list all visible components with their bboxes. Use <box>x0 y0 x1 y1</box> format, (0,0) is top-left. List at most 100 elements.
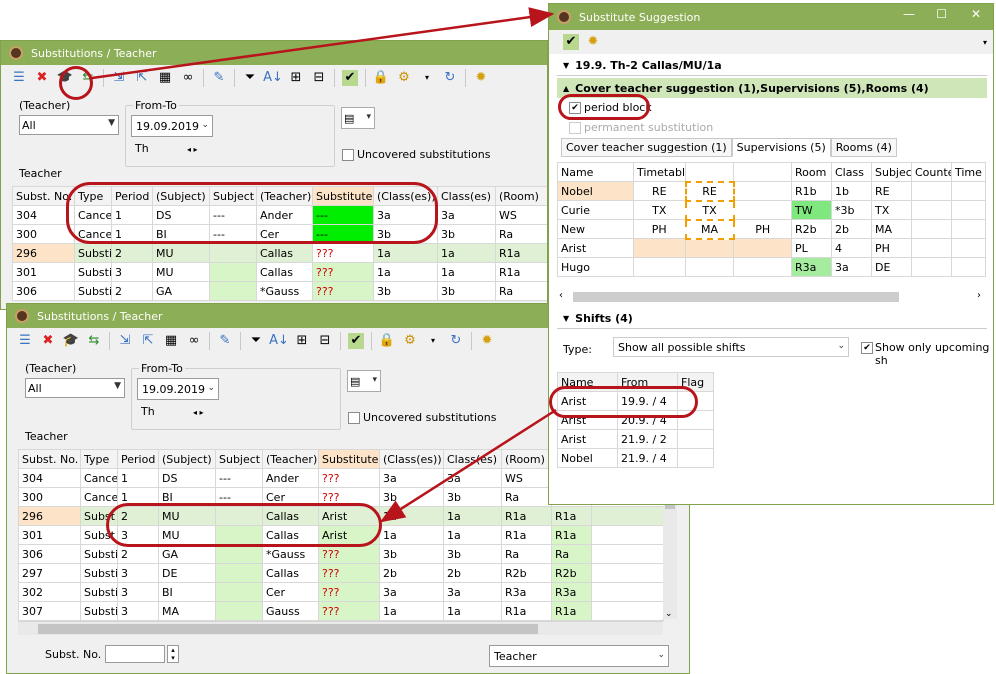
exchange-icon[interactable]: ⇆ <box>86 333 102 349</box>
calendar-button[interactable]: ▤ ▾ <box>341 107 375 129</box>
table-row[interactable]: 301 Substi 3 MU Callas??? 1a 1a R1a <box>12 262 547 282</box>
lock-icon[interactable]: 🔒 <box>379 333 395 349</box>
lock-icon[interactable]: 🔒 <box>373 70 389 86</box>
delete-icon[interactable]: ✖ <box>40 333 56 349</box>
column-header[interactable]: (Subject) <box>158 449 216 469</box>
date-picker[interactable]: 19.09.2019 ⌄ <box>131 115 213 137</box>
scroll-thumb[interactable] <box>38 624 538 634</box>
date-picker[interactable]: 19.09.2019 ⌄ <box>137 378 219 400</box>
glasses-icon[interactable]: ∞ <box>186 333 202 349</box>
stepper-icon[interactable]: ▴ ▾ <box>167 645 179 663</box>
prev-day-arrow[interactable]: ◂ ▸ <box>193 408 204 417</box>
column-header[interactable]: Room <box>791 162 832 182</box>
substitute-suggestion-icon[interactable]: 🎓 <box>63 333 79 349</box>
column-header[interactable]: (Room) <box>501 449 552 469</box>
column-header[interactable]: (Room) <box>495 186 547 206</box>
column-header[interactable]: (Class(es)) <box>379 449 444 469</box>
view-select[interactable]: Teacher ⌄ <box>489 645 669 667</box>
columns-icon[interactable]: ⊞ <box>294 333 310 349</box>
table-icon[interactable]: ⊟ <box>311 70 327 86</box>
column-header[interactable]: Period <box>117 449 159 469</box>
gear-icon[interactable]: ✹ <box>479 333 495 349</box>
table-row[interactable]: 302 Substi 3 BI Cer??? 3a 3a R3a R3a <box>18 582 664 602</box>
lesson-header[interactable]: ▼ 19.9. Th-2 Callas/MU/1a <box>557 56 987 76</box>
column-header[interactable]: Substitute <box>318 449 380 469</box>
export-icon[interactable]: ⇱ <box>140 333 156 349</box>
column-header[interactable]: Class(es) <box>437 186 496 206</box>
title-bar[interactable]: Substitute Suggestion — ☐ ✕ <box>549 4 993 30</box>
maximize-icon[interactable]: ☐ <box>936 7 947 21</box>
magic-wand-icon[interactable]: ✎ <box>217 333 233 349</box>
magic-wand-icon[interactable]: ✎ <box>211 70 227 86</box>
filter-icon[interactable]: ⏷ <box>242 70 258 86</box>
column-header[interactable]: Subject <box>215 449 263 469</box>
columns-icon[interactable]: ⊞ <box>288 70 304 86</box>
gear-icon[interactable]: ✹ <box>473 70 489 86</box>
teacher-select[interactable]: All ▼ <box>19 115 119 135</box>
column-header[interactable]: Subst. No. <box>18 449 81 469</box>
uncovered-checkbox[interactable] <box>348 412 360 424</box>
uncovered-checkbox[interactable] <box>342 149 354 161</box>
import-icon[interactable]: ⇲ <box>117 333 133 349</box>
table-row[interactable]: 296 Substi 2 MU Callas??? 1a 1a R1a <box>12 243 547 263</box>
dropdown-icon[interactable]: ▾ <box>419 70 435 86</box>
suggestion-row[interactable]: Hugo R3a 3a DE <box>557 257 986 277</box>
column-header[interactable]: Name <box>557 162 634 182</box>
dropdown-icon[interactable]: ▾ <box>425 333 441 349</box>
scroll-thumb[interactable] <box>573 292 899 302</box>
chevron-right-icon[interactable]: › <box>977 290 981 301</box>
shift-type-select[interactable]: Show all possible shifts ⌄ <box>613 337 849 357</box>
shift-row[interactable]: Nobel 21.9. / 4 <box>557 448 714 468</box>
column-header[interactable]: Timetable <box>633 162 686 182</box>
tab-cover-teacher[interactable]: Cover teacher suggestion (1) <box>561 138 732 157</box>
column-header[interactable] <box>685 162 734 182</box>
column-header[interactable]: Class <box>831 162 872 182</box>
list-icon[interactable]: ☰ <box>11 70 27 86</box>
suggestion-row[interactable]: New PH MA PH R2b 2b MA <box>557 218 986 240</box>
export-icon[interactable]: ⇱ <box>134 70 150 86</box>
import-icon[interactable]: ⇲ <box>111 70 127 86</box>
table-row[interactable]: 306 Substi 2 GA *Gauss??? 3b 3b Ra <box>12 281 547 301</box>
gear-icon[interactable]: ✹ <box>585 34 601 50</box>
glasses-icon[interactable]: ∞ <box>180 70 196 86</box>
tab-rooms[interactable]: Rooms (4) <box>830 138 897 157</box>
checklist-icon[interactable]: ✔ <box>342 70 358 86</box>
close-icon[interactable]: ✕ <box>971 7 981 21</box>
chevron-left-icon[interactable]: ‹ <box>559 290 563 301</box>
table-icon[interactable]: ⊟ <box>317 333 333 349</box>
table-row[interactable]: 297 Substi 3 DE Callas??? 2b 2b R2b R2b <box>18 563 664 583</box>
prev-day-arrow[interactable]: ◂ ▸ <box>187 145 198 154</box>
calculator-icon[interactable]: ▦ <box>157 70 173 86</box>
suggestion-row[interactable]: Curie TX TX TW *3b TX <box>557 199 986 221</box>
settings-lock-icon[interactable]: ⚙ <box>396 70 412 86</box>
sort-icon[interactable]: A↓ <box>269 333 289 349</box>
column-header[interactable]: Subject <box>871 162 912 182</box>
settings-lock-icon[interactable]: ⚙ <box>402 333 418 349</box>
filter-icon[interactable]: ⏷ <box>248 333 264 349</box>
upcoming-checkbox[interactable]: ✔ <box>861 342 873 354</box>
refresh-icon[interactable]: ↻ <box>442 70 458 86</box>
refresh-icon[interactable]: ↻ <box>448 333 464 349</box>
suggestion-row[interactable]: Nobel RE RE R1b 1b RE <box>557 180 986 202</box>
column-header[interactable]: Class(es) <box>443 449 502 469</box>
chevron-down-icon[interactable]: ▾ <box>983 38 987 47</box>
calculator-icon[interactable]: ▦ <box>163 333 179 349</box>
table-row[interactable]: 307 Substi 3 MA Gauss??? 1a 1a R1a R1a <box>18 601 664 621</box>
horizontal-scrollbar[interactable] <box>18 621 663 635</box>
teacher-select[interactable]: All ▼ <box>25 378 125 398</box>
checklist-icon[interactable]: ✔ <box>348 333 364 349</box>
sort-icon[interactable]: A↓ <box>263 70 283 86</box>
chevron-down-icon[interactable]: ⌄ <box>665 609 673 619</box>
table-row[interactable]: 306 Substi 2 GA *Gauss??? 3b 3b Ra Ra <box>18 544 664 564</box>
column-header[interactable]: Time <box>951 162 986 182</box>
calendar-button[interactable]: ▤ ▾ <box>347 370 381 392</box>
shift-row[interactable]: Arist 21.9. / 2 <box>557 429 714 449</box>
title-bar[interactable]: Substitutions / Teacher <box>1 41 547 65</box>
column-header[interactable] <box>733 162 792 182</box>
subst-no-input[interactable] <box>105 645 165 663</box>
list-icon[interactable]: ☰ <box>17 333 33 349</box>
minimize-icon[interactable]: — <box>903 7 915 21</box>
column-header[interactable]: (Teacher) <box>262 449 319 469</box>
column-header[interactable]: Type <box>80 449 118 469</box>
shifts-section-header[interactable]: ▼ Shifts (4) <box>557 309 987 329</box>
